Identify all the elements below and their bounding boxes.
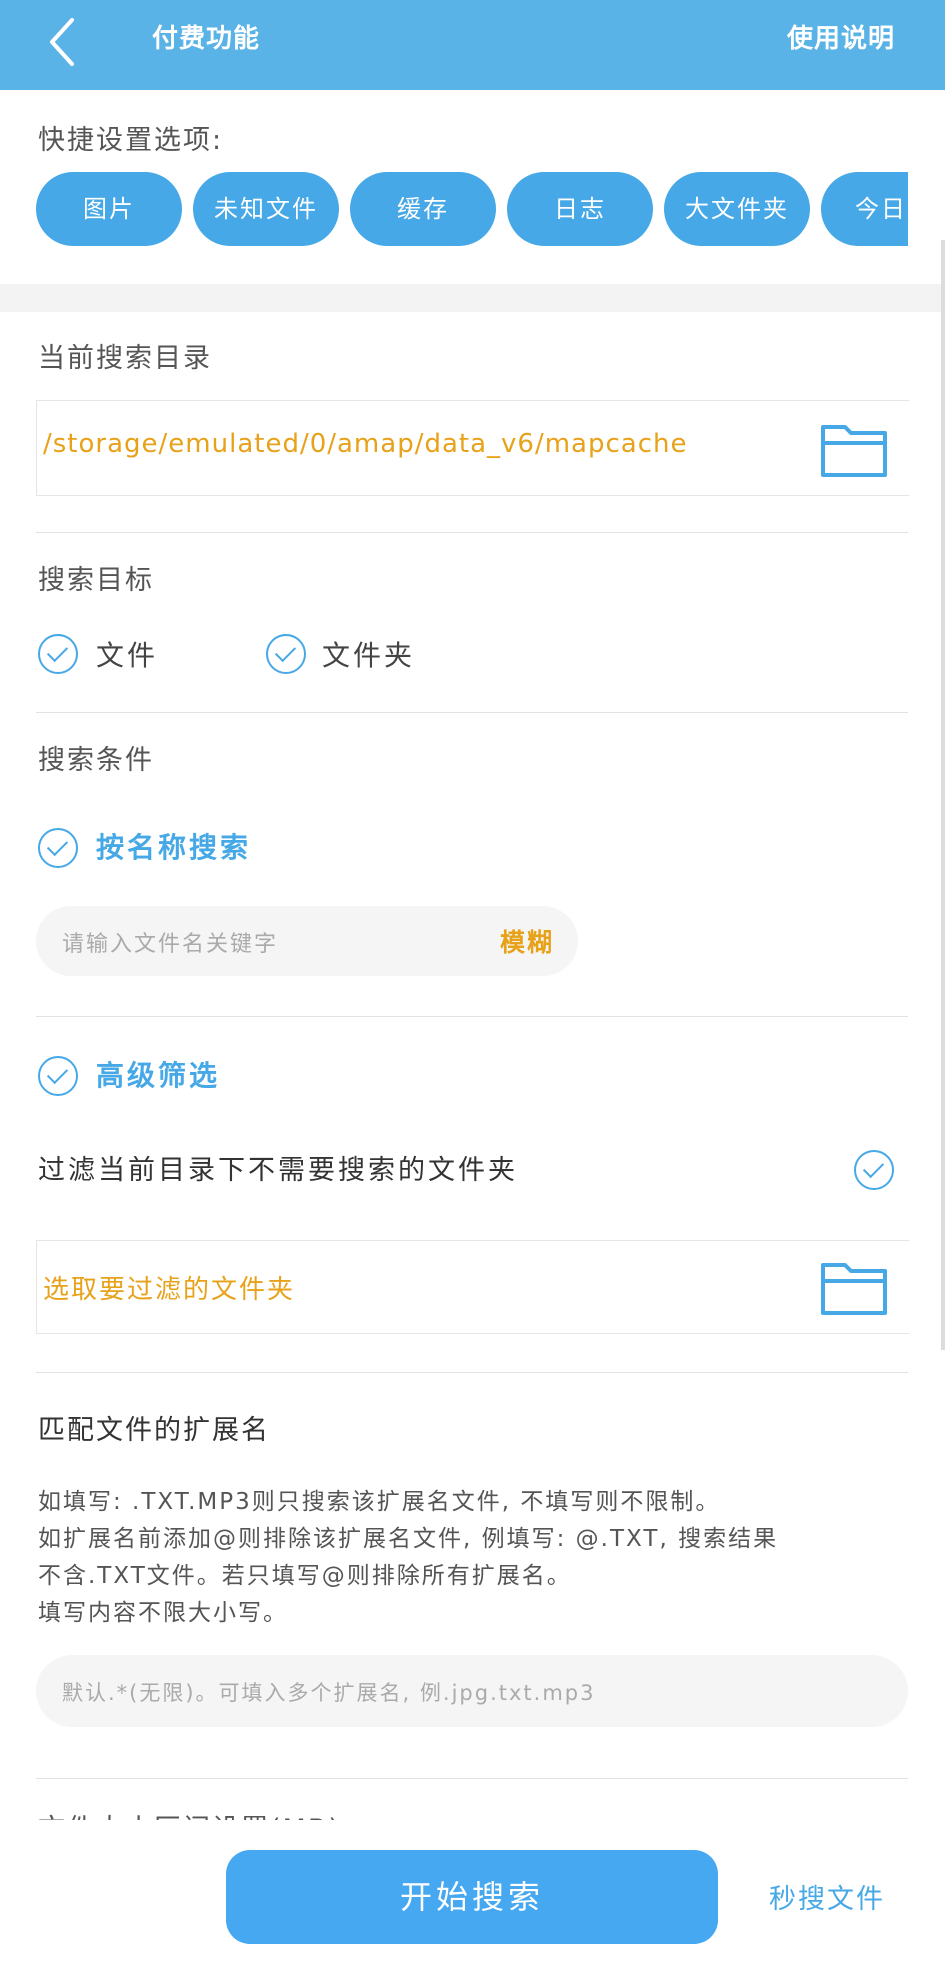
search-dir-field[interactable]: /storage/emulated/0/amap/data_v6/mapcach…: [36, 400, 909, 496]
divider: [36, 532, 908, 533]
help-link[interactable]: 使用说明: [787, 18, 895, 55]
check-icon[interactable]: [266, 634, 306, 674]
quick-search-button[interactable]: 秒搜文件: [769, 1877, 885, 1916]
chip-large-folders[interactable]: 大文件夹: [664, 172, 810, 246]
extension-desc-line: 填写内容不限大小写。: [38, 1600, 288, 1626]
extension-placeholder: 默认.*(无限)。可填入多个扩展名, 例.jpg.txt.mp3: [62, 1681, 596, 1705]
extension-desc-line: 如填写: .TXT.MP3则只搜索该扩展名文件, 不填写则不限制。: [38, 1489, 721, 1515]
back-button[interactable]: [36, 12, 96, 72]
check-icon[interactable]: [854, 1150, 894, 1190]
target-file-label[interactable]: 文件: [96, 634, 158, 674]
quick-settings-chips: 图片未知文件缓存日志大文件夹今日文: [36, 172, 908, 246]
page-title: 付费功能: [152, 24, 261, 54]
folder-icon[interactable]: [819, 1257, 889, 1317]
extension-desc-line: 如扩展名前添加@则排除该扩展名文件, 例填写: @.TXT, 搜索结果: [38, 1526, 779, 1552]
quick-settings-title: 快捷设置选项:: [38, 125, 224, 156]
advanced-filter-label[interactable]: 高级筛选: [96, 1054, 220, 1094]
extension-desc-line: 不含.TXT文件。若只填写@则排除所有扩展名。: [38, 1563, 572, 1589]
pick-filter-folders-field[interactable]: 选取要过滤的文件夹: [36, 1240, 909, 1334]
chip-cache[interactable]: 缓存: [350, 172, 496, 246]
section-gap: [0, 284, 945, 312]
scrollbar[interactable]: [941, 240, 945, 1350]
check-icon[interactable]: [38, 634, 78, 674]
filename-keyword-placeholder: 请输入文件名关键字: [62, 932, 279, 957]
folder-icon[interactable]: [819, 419, 889, 479]
chip-images[interactable]: 图片: [36, 172, 182, 246]
start-search-button[interactable]: 开始搜索: [226, 1850, 718, 1944]
search-target-title: 搜索目标: [38, 565, 154, 596]
check-icon[interactable]: [38, 1056, 78, 1096]
search-dir-title: 当前搜索目录: [38, 343, 212, 374]
divider: [36, 1372, 908, 1373]
check-icon[interactable]: [38, 828, 78, 868]
chip-unknown-files[interactable]: 未知文件: [193, 172, 339, 246]
extension-input[interactable]: 默认.*(无限)。可填入多个扩展名, 例.jpg.txt.mp3: [36, 1655, 908, 1727]
pick-filter-folders-label: 选取要过滤的文件夹: [43, 1275, 296, 1305]
divider: [36, 1778, 908, 1779]
search-dir-path: /storage/emulated/0/amap/data_v6/mapcach…: [43, 429, 688, 459]
search-conditions-title: 搜索条件: [38, 745, 154, 776]
filter-folders-label: 过滤当前目录下不需要搜索的文件夹: [38, 1155, 518, 1186]
search-by-name-label[interactable]: 按名称搜索: [96, 826, 251, 866]
chip-today-files[interactable]: 今日文: [821, 172, 908, 246]
chip-logs[interactable]: 日志: [507, 172, 653, 246]
fuzzy-toggle[interactable]: 模糊: [500, 923, 554, 959]
target-folder-label[interactable]: 文件夹: [322, 634, 415, 674]
top-bar: 付费功能 使用说明: [0, 0, 945, 90]
chevron-left-icon: [50, 18, 74, 66]
divider: [36, 712, 908, 713]
filename-keyword-input[interactable]: 请输入文件名关键字 模糊: [36, 906, 578, 976]
extension-description: 如填写: .TXT.MP3则只搜索该扩展名文件, 不填写则不限制。 如扩展名前添…: [38, 1484, 778, 1632]
extension-title: 匹配文件的扩展名: [38, 1415, 270, 1446]
divider: [36, 1016, 908, 1017]
